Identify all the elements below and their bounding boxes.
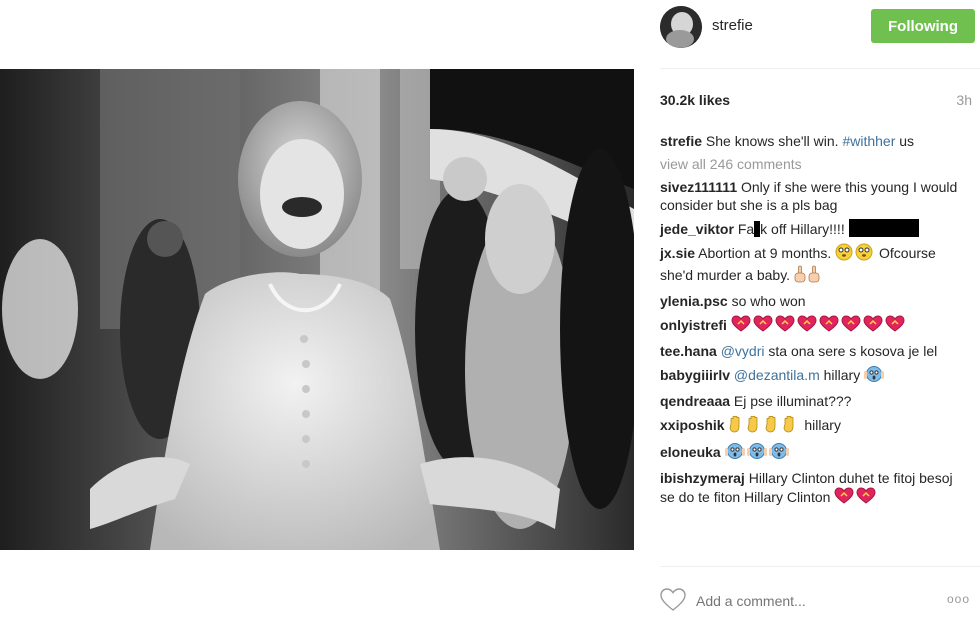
emoji-hand-icon [782,415,798,437]
emoji-heart-icon [819,315,839,337]
emoji-heart-icon [841,315,861,337]
divider [660,566,980,567]
comment-item: jede_viktor Fa k off Hillary!!!! [660,219,970,238]
emoji-heart-icon [856,487,876,509]
comment-text: Ej pse illuminat??? [730,393,852,409]
comment-username[interactable]: babygiiirlv [660,367,730,383]
emoji-hearts-group [731,315,907,333]
more-options-button[interactable]: ooo [947,592,970,606]
divider [660,68,980,69]
comment-item: onlyistrefi [660,315,970,337]
comment-username[interactable]: ylenia.psc [660,293,728,309]
comment-username[interactable]: xxiposhik [660,417,725,433]
emoji-heart-icon [753,315,773,337]
comment-username[interactable]: tee.hana [660,343,717,359]
comment-item: eloneuka [660,442,970,464]
comment-item: qendreaaa Ej pse illuminat??? [660,392,970,410]
likes-count[interactable]: 30.2k likes [660,92,730,108]
comment-text: k off Hillary!!!! [760,221,849,237]
comment-item: jx.sie Abortion at 9 months. Ofcourse sh… [660,243,970,287]
emoji-hand-icon [746,415,762,437]
heart-outline-icon[interactable] [660,588,686,617]
emoji-hands-group [728,415,800,433]
post-author-username[interactable]: strefie [712,17,753,34]
caption-text: She knows she'll win. [702,133,843,149]
comment-text: so who won [727,293,806,309]
post-header: strefie Following [660,0,975,62]
comment-text: Fa [733,221,755,237]
emoji-heart-icon [885,315,905,337]
post-timestamp[interactable]: 3h [956,92,972,108]
emoji-hearts-group [834,487,878,505]
comment-text: sta ona sere s kosova je lel [764,343,938,359]
comment-username[interactable]: qendreaaa [660,393,730,409]
caption-tail: us [895,133,915,149]
comment-username[interactable]: jede_viktor [660,221,734,237]
emoji-flushed-face-icon [835,243,853,265]
comment-item: tee.hana @vydri sta ona sere s kosova je… [660,342,970,360]
comment-username[interactable]: jx.sie [660,245,695,261]
post-sidebar: strefie Following 30.2k likes 3h strefie… [660,0,980,632]
post-photo-image [0,69,634,550]
emoji-hand-icon [728,415,744,437]
add-comment-input[interactable] [696,590,916,612]
emoji-heart-icon [863,315,883,337]
comment-text: hillary [800,417,841,433]
avatar[interactable] [660,6,702,48]
following-button[interactable]: Following [871,9,975,43]
comment-text: hillary [819,367,865,383]
comment-username[interactable]: eloneuka [660,444,721,460]
emoji-middle-finger-icon [794,265,806,287]
add-comment-row: ooo [660,588,980,616]
mention-link[interactable]: @vydri [721,343,765,359]
emoji-middle-finger-icon [808,265,820,287]
comment-username[interactable]: ibishzymeraj [660,470,745,486]
comment-text: Abortion at 9 months. [695,245,836,261]
mention-link[interactable]: @dezantila.m [734,367,820,383]
comment-username[interactable]: sivez111111 [660,179,737,195]
emoji-heart-icon [834,487,854,509]
caption-username[interactable]: strefie [660,133,702,149]
comment-item: ylenia.psc so who won [660,292,970,310]
emoji-heart-icon [731,315,751,337]
caption: strefie She knows she'll win. #withher u… [660,132,970,150]
emoji-heart-icon [797,315,817,337]
comment-item: sivez111111 Only if she were this young … [660,178,970,214]
view-all-comments-link[interactable]: view all 246 comments [660,155,970,173]
emoji-scream-face-icon [724,442,745,464]
comments-list: strefie She knows she'll win. #withher u… [660,132,970,514]
emoji-scream-face-icon [864,365,885,387]
emoji-scream-face-icon [746,442,767,464]
comment-item: babygiiirlv @dezantila.m hillary [660,365,970,387]
emoji-scream-face-icon [768,442,789,464]
emoji-heart-icon [775,315,795,337]
emoji-hand-icon [764,415,780,437]
post-photo[interactable] [0,69,634,550]
comment-item: xxiposhik hillary [660,415,970,437]
hashtag-link[interactable]: #withher [842,133,895,149]
redaction-bar [848,219,919,237]
comment-item: ibishzymeraj Hillary Clinton duhet te fi… [660,469,970,509]
emoji-flushed-face-icon [855,243,873,265]
comment-username[interactable]: onlyistrefi [660,317,727,333]
emoji-scream-group [724,443,791,460]
